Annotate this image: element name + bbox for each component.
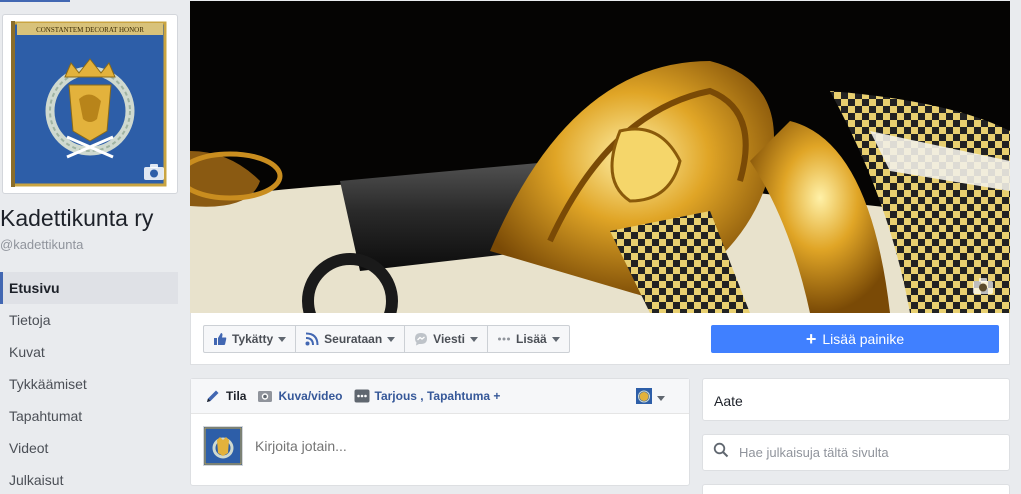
page-nav: Etusivu Tietoja Kuvat Tykkäämiset Tapaht… [0, 272, 178, 494]
tab-offer-event[interactable]: Tarjous , Tapahtuma + [354, 388, 501, 404]
tab-offer-event-label: Tarjous , Tapahtuma + [374, 389, 501, 403]
more-button[interactable]: Lisää [488, 326, 569, 352]
message-button[interactable]: Viesti [405, 326, 488, 352]
cover-camera-icon[interactable] [972, 277, 994, 295]
chevron-down-icon [551, 336, 560, 342]
rss-icon [305, 332, 319, 346]
camera-icon [257, 388, 273, 404]
tab-status[interactable]: Tila [205, 388, 246, 404]
search-icon [713, 442, 729, 463]
search-input[interactable] [739, 445, 999, 460]
add-button-label: Lisää painike [822, 331, 905, 347]
post-composer: Tila Kuva/video Tarjous , Tapahtuma + [190, 378, 690, 486]
more-dots-icon [497, 332, 511, 346]
pencil-icon [205, 388, 221, 404]
chevron-down-icon [657, 396, 665, 401]
sidebar-card [702, 484, 1010, 494]
nav-item-etusivu[interactable]: Etusivu [0, 272, 178, 304]
plus-icon: + [805, 329, 817, 349]
page-handle[interactable]: @kadettikunta [0, 237, 83, 252]
nav-item-tykkaamiset[interactable]: Tykkäämiset [0, 368, 178, 400]
nav-item-tietoja[interactable]: Tietoja [0, 304, 178, 336]
like-button-label: Tykätty [232, 332, 274, 346]
nav-item-tapahtumat[interactable]: Tapahtumat [0, 400, 178, 432]
like-button[interactable]: Tykätty [204, 326, 297, 352]
composer-tabs: Tila Kuva/video Tarjous , Tapahtuma + [191, 379, 689, 414]
thumbs-up-icon [213, 332, 227, 346]
action-button-group: Tykätty Seurataan Viesti Lisää [203, 325, 570, 353]
profile-camera-icon[interactable] [143, 163, 165, 181]
post-as-selector[interactable] [636, 388, 665, 409]
messenger-icon [414, 332, 428, 346]
message-button-label: Viesti [433, 332, 465, 346]
nav-item-videot[interactable]: Videot [0, 432, 178, 464]
follow-button-label: Seurataan [324, 332, 383, 346]
chevron-down-icon [387, 336, 396, 342]
banner-motto: CONSTANTEM DECORAT HONOR [36, 26, 144, 34]
page-action-bar: Tykätty Seurataan Viesti Lisää + Lisää p… [190, 313, 1010, 365]
profile-picture-frame[interactable]: CONSTANTEM DECORAT HONOR [2, 14, 178, 194]
page-title: Kadettikunta ry [0, 205, 154, 231]
page-avatar-small [636, 388, 652, 409]
more-dots-icon [354, 388, 370, 404]
avatar [203, 426, 243, 466]
follow-button[interactable]: Seurataan [296, 326, 406, 352]
tab-photo-video-label: Kuva/video [278, 389, 343, 403]
add-button[interactable]: + Lisää painike [711, 325, 999, 353]
chevron-down-icon [469, 336, 478, 342]
cover-photo[interactable] [190, 1, 1010, 313]
nav-item-kuvat[interactable]: Kuvat [0, 336, 178, 368]
tab-status-label: Tila [226, 389, 247, 403]
tab-photo-video[interactable]: Kuva/video [257, 388, 343, 404]
aate-card[interactable]: Aate [702, 378, 1010, 421]
more-button-label: Lisää [515, 332, 547, 346]
nav-item-julkaisut[interactable]: Julkaisut [0, 464, 178, 494]
page-search[interactable] [702, 434, 1010, 471]
composer-input[interactable] [255, 438, 655, 454]
top-accent-strip [0, 0, 70, 2]
chevron-down-icon [278, 336, 287, 342]
composer-body [191, 414, 689, 486]
